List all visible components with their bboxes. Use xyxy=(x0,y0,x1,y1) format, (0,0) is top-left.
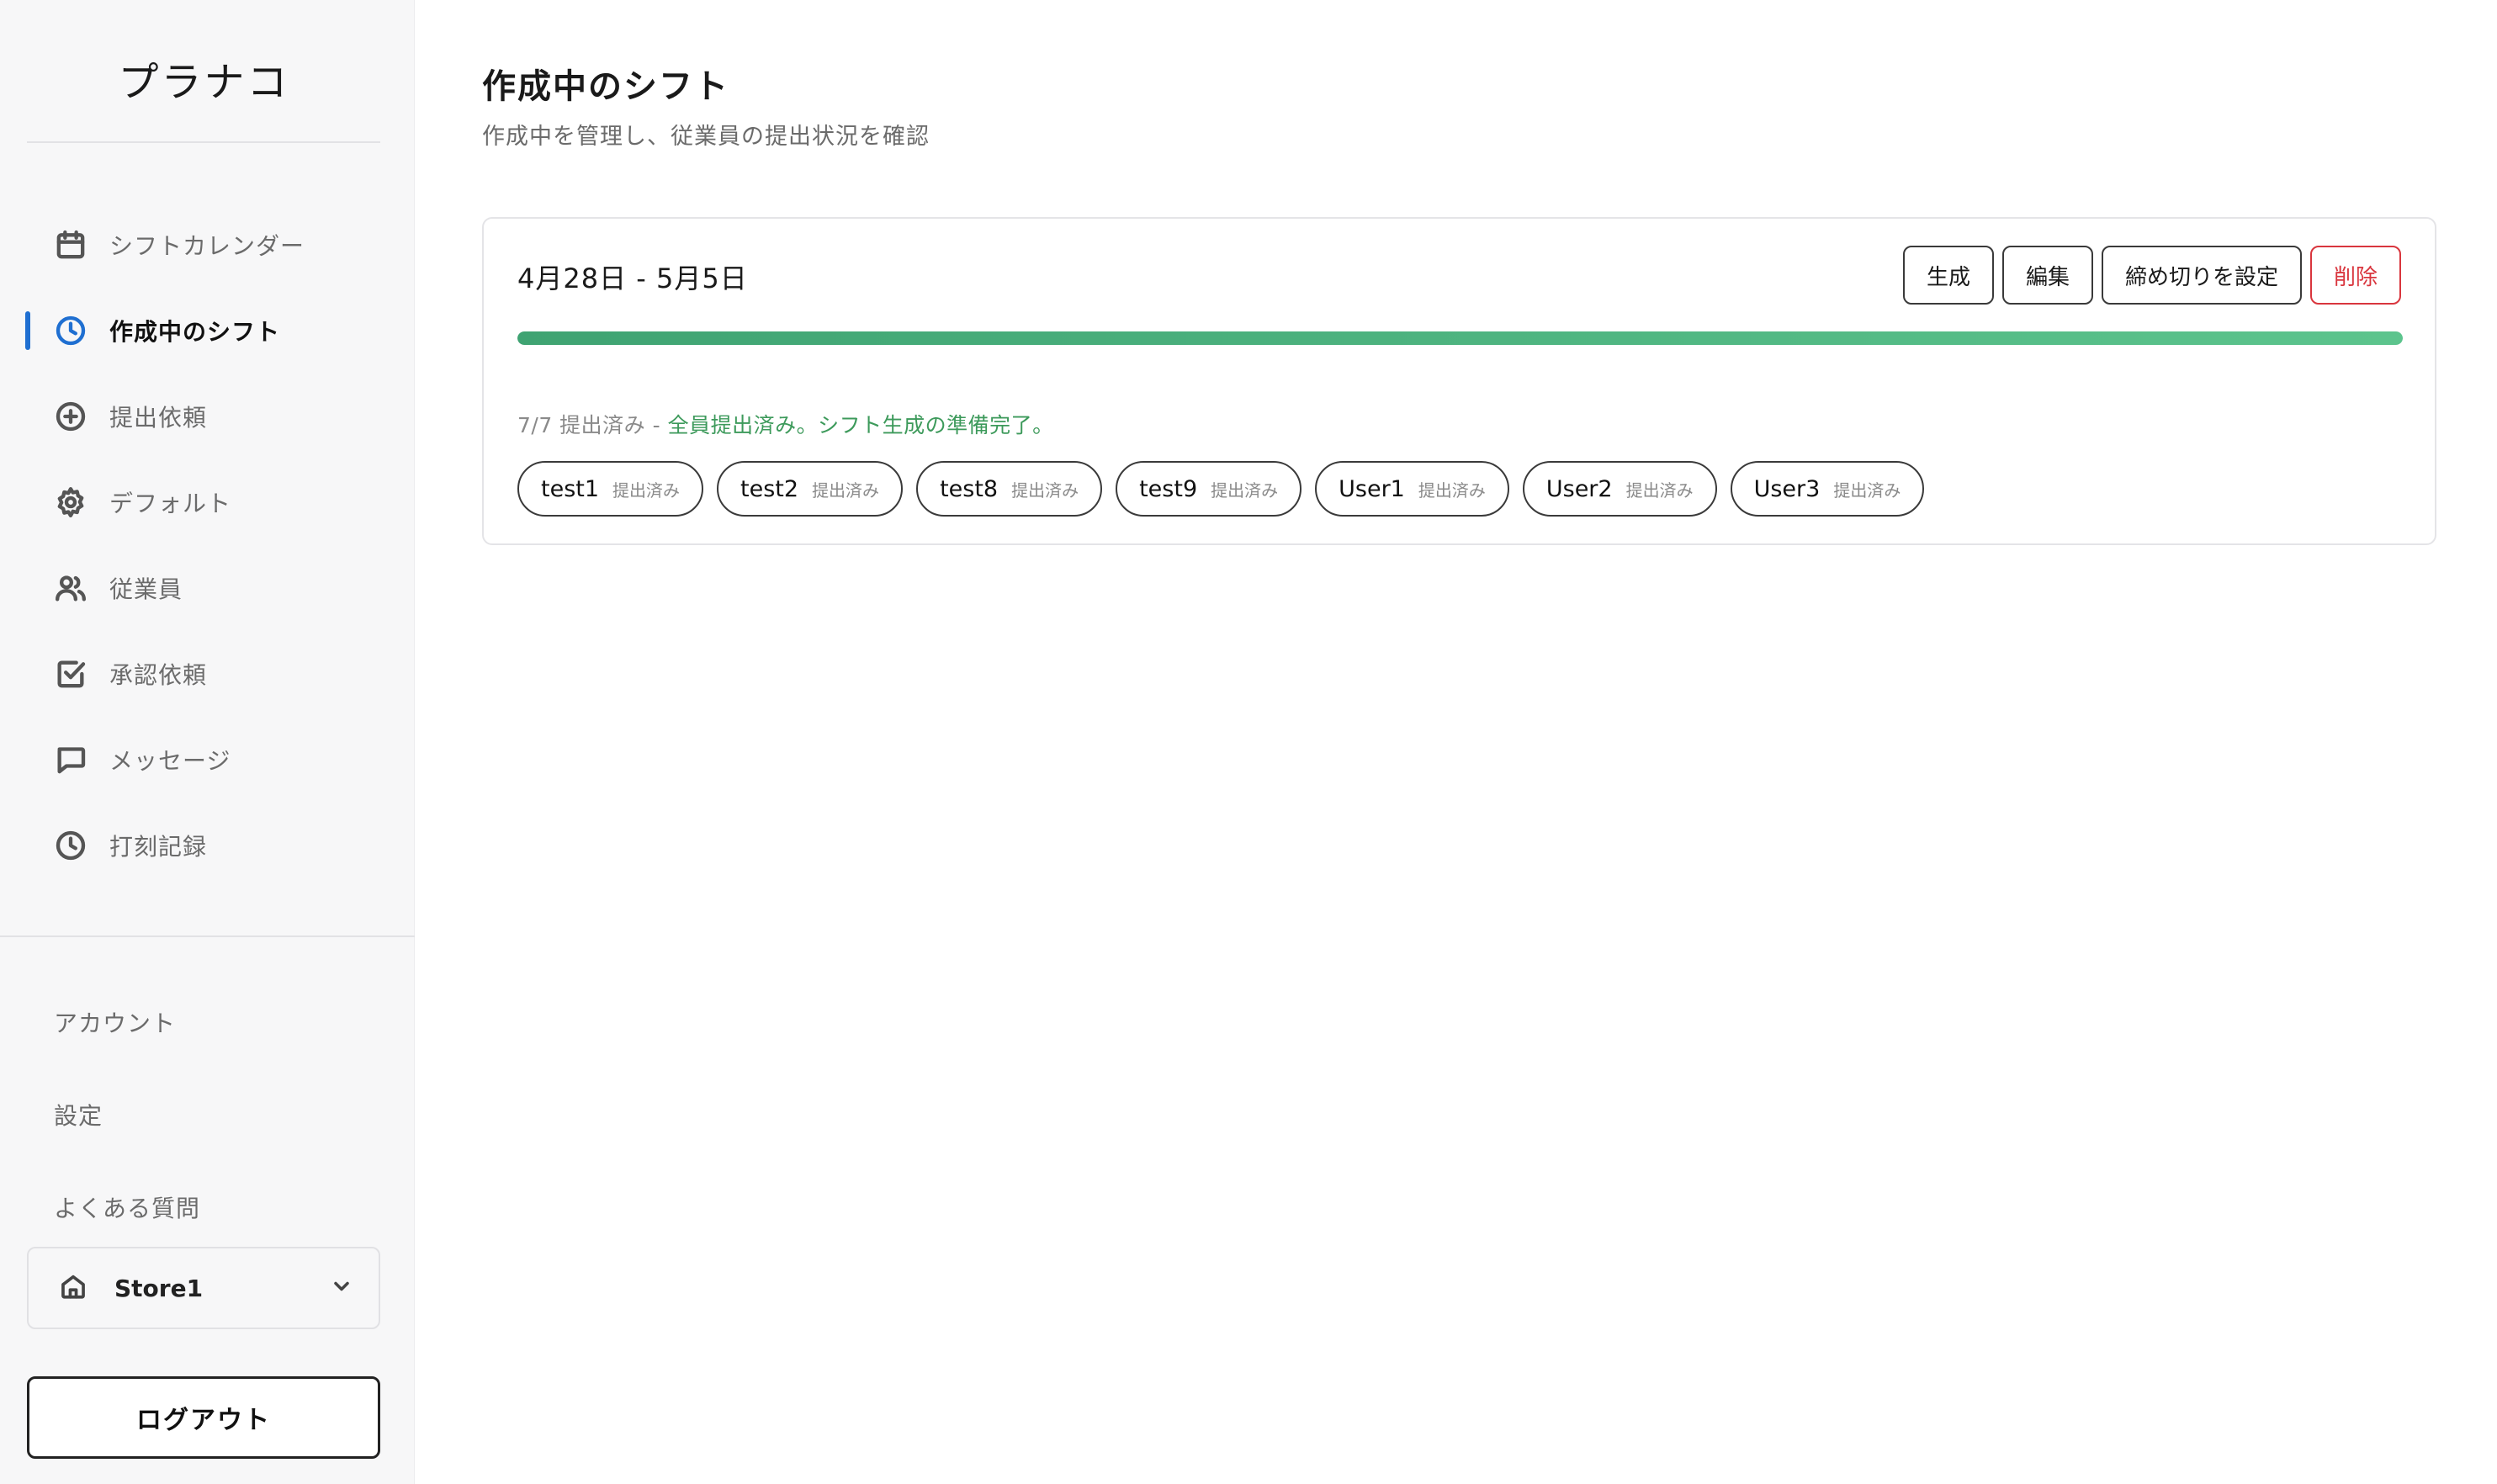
page-subtitle: 作成中を管理し、従業員の提出状況を確認 xyxy=(482,124,930,150)
store-name: Store1 xyxy=(114,1274,204,1302)
brand-divider xyxy=(27,141,380,143)
logout-button[interactable]: ログアウト xyxy=(27,1376,380,1459)
employee-name: test9 xyxy=(1139,475,1198,502)
home-icon xyxy=(59,1272,87,1304)
calendar-icon xyxy=(54,228,87,262)
employee-status: 提出済み xyxy=(812,480,880,501)
submission-message: 全員提出済み。シフト生成の準備完了。 xyxy=(667,413,1054,437)
sidebar: プラナコ シフトカレンダー 作成中のシフト 提出依頼 デフォルト 従業員 承認依… xyxy=(0,0,415,1484)
shift-period: 4月28日 - 5月5日 xyxy=(517,262,748,294)
nav-item-messages[interactable]: メッセージ xyxy=(0,717,415,803)
employee-status: 提出済み xyxy=(1418,480,1486,501)
chevron-down-icon xyxy=(330,1275,353,1301)
submission-progress-bar xyxy=(517,331,2403,345)
employee-chip[interactable]: User1 提出済み xyxy=(1315,461,1509,517)
clock-icon xyxy=(54,829,87,862)
nav-label: デフォルト xyxy=(109,490,232,517)
employee-chip[interactable]: test2 提出済み xyxy=(717,461,904,517)
nav-label: 打刻記録 xyxy=(109,833,208,861)
clock-icon xyxy=(54,314,87,347)
nav-label: 提出依頼 xyxy=(109,404,208,432)
submission-count: 7/7 提出済み - xyxy=(517,413,668,437)
nav-label: 作成中のシフト xyxy=(109,318,281,346)
employee-name: User1 xyxy=(1339,475,1405,502)
nav-item-default[interactable]: デフォルト xyxy=(0,459,415,545)
gear-icon xyxy=(54,485,87,519)
employee-status: 提出済み xyxy=(612,480,681,501)
sidebar-divider xyxy=(0,935,415,937)
message-icon xyxy=(54,743,87,776)
employee-status: 提出済み xyxy=(1833,480,1901,501)
submission-progress-fill xyxy=(517,331,2403,345)
employee-chip[interactable]: User3 提出済み xyxy=(1730,461,1925,517)
nav-item-account[interactable]: アカウント xyxy=(54,976,200,1068)
employee-name: User2 xyxy=(1545,475,1613,502)
store-selector[interactable]: Store1 xyxy=(27,1247,380,1329)
nav-label: メッセージ xyxy=(109,747,231,775)
nav-item-settings[interactable]: 設定 xyxy=(54,1068,200,1161)
edit-button[interactable]: 編集 xyxy=(2001,246,2093,305)
main-nav: シフトカレンダー 作成中のシフト 提出依頼 デフォルト 従業員 承認依頼 メッセ… xyxy=(0,202,415,888)
employee-name: User3 xyxy=(1753,475,1821,502)
submission-status: 7/7 提出済み - 全員提出済み。シフト生成の準備完了。 xyxy=(517,409,1054,439)
generate-button[interactable]: 生成 xyxy=(1902,246,1994,305)
shift-card: 4月28日 - 5月5日 生成 編集 締め切りを設定 削除 7/7 提出済み -… xyxy=(482,217,2436,545)
employee-name: test8 xyxy=(940,475,999,502)
shift-actions: 生成 編集 締め切りを設定 削除 xyxy=(1902,246,2401,305)
employee-chip[interactable]: test1 提出済み xyxy=(517,461,704,517)
nav-label: 従業員 xyxy=(109,575,183,603)
employee-status: 提出済み xyxy=(1211,480,1279,501)
nav-item-requests[interactable]: 提出依頼 xyxy=(0,374,415,459)
employee-chip[interactable]: test9 提出済み xyxy=(1116,461,1302,517)
employee-status: 提出済み xyxy=(1011,480,1079,501)
employee-status: 提出済み xyxy=(1625,480,1694,501)
employee-chip[interactable]: User2 提出済み xyxy=(1522,461,1717,517)
employee-name: test2 xyxy=(740,475,799,502)
nav-label: 承認依頼 xyxy=(109,661,208,689)
employee-chip[interactable]: test8 提出済み xyxy=(916,461,1103,517)
nav-item-approvals[interactable]: 承認依頼 xyxy=(0,631,415,717)
set-deadline-button[interactable]: 締め切りを設定 xyxy=(2101,246,2302,305)
brand-logo[interactable]: プラナコ xyxy=(0,49,408,108)
nav-item-calendar[interactable]: シフトカレンダー xyxy=(0,202,415,288)
nav-item-employees[interactable]: 従業員 xyxy=(0,545,415,631)
delete-button[interactable]: 削除 xyxy=(2309,246,2401,305)
employee-chips: test1 提出済み test2 提出済み test8 提出済み test9 提… xyxy=(517,461,1925,517)
nav-item-in-progress[interactable]: 作成中のシフト xyxy=(0,288,415,374)
plus-circle-icon xyxy=(54,400,87,433)
nav-item-timecard[interactable]: 打刻記録 xyxy=(0,803,415,888)
users-icon xyxy=(54,571,87,605)
nav-label: シフトカレンダー xyxy=(109,232,305,260)
nav-item-faq[interactable]: よくある質問 xyxy=(54,1161,200,1253)
employee-name: test1 xyxy=(541,475,600,502)
page-title: 作成中のシフト xyxy=(482,67,729,106)
check-square-icon xyxy=(54,657,87,691)
secondary-nav: アカウント 設定 よくある質問 xyxy=(54,976,200,1253)
